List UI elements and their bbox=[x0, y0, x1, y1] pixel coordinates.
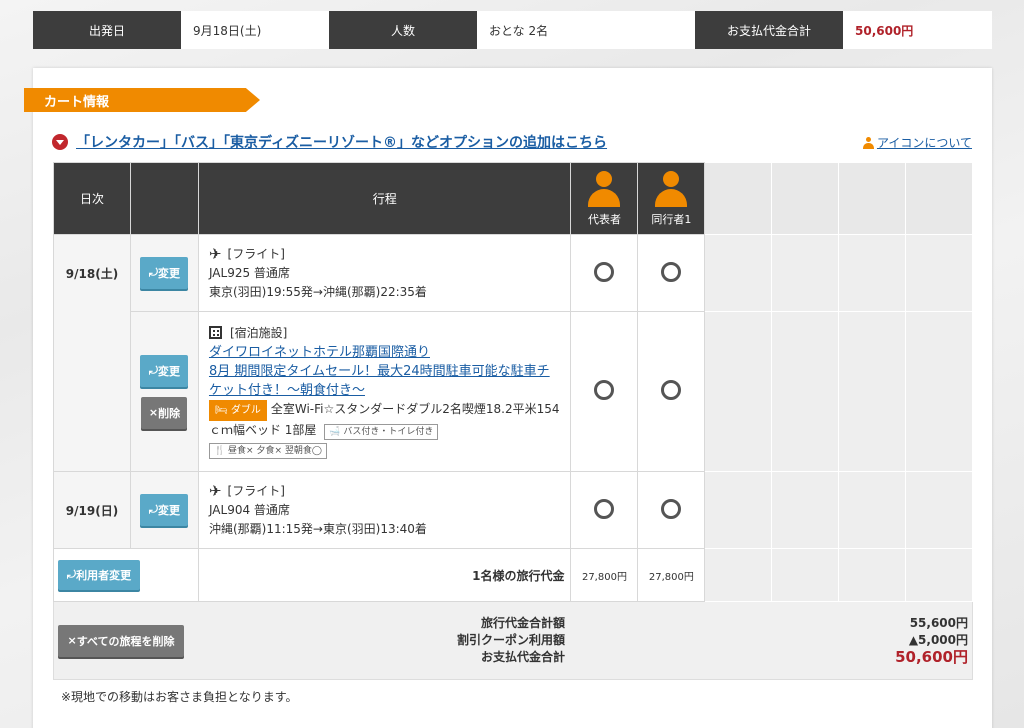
coupon-amount: ▲5,000円 bbox=[908, 633, 968, 647]
itinerary-table: 日次 行程 代表者 同行者1 9/18(土) ⤾ 変更 ✈ [フライト] JAL… bbox=[53, 162, 973, 680]
building-icon bbox=[208, 326, 222, 339]
traveler-2-mark bbox=[637, 471, 706, 549]
circle-icon bbox=[661, 261, 682, 282]
meal-info: 🍴 昼食× 夕食× 翌朝食◯ bbox=[208, 443, 327, 459]
traveler-1-mark bbox=[570, 471, 639, 549]
circle-icon bbox=[594, 261, 615, 282]
person-icon bbox=[862, 136, 874, 149]
payment-value: 50,600円 bbox=[843, 11, 992, 49]
hotel-name-link[interactable]: ダイワロイネットホテル那覇国際通り bbox=[209, 345, 430, 360]
airplane-icon: ✈ bbox=[208, 244, 222, 263]
totals-values: 55,600円 ▲5,000円 50,600円 bbox=[570, 601, 973, 680]
people-label: 人数 bbox=[329, 11, 477, 49]
cart-panel: カート情報 「レンタカー」「バス」「東京ディズニーリゾート®」などオプションの追… bbox=[24, 68, 992, 728]
trip-summary-bar: 出発日 9月18日(土) 人数 おとな 2名 お支払代金合計 50,600円 bbox=[33, 11, 992, 49]
delete-button[interactable]: × 削除 bbox=[141, 396, 188, 429]
change-button[interactable]: ⤾ 変更 bbox=[140, 494, 189, 526]
totals-labels: 旅行代金合計額 割引クーポン利用額 お支払代金合計 bbox=[198, 601, 571, 680]
traveler-1-mark bbox=[570, 234, 639, 312]
table-row: ⤾ 変更 × 削除 [宿泊施設] ダイワロイネットホテル那覇国際通り 8月 期間… bbox=[54, 311, 973, 472]
delete-all-cell: × すべての旅程を削除 bbox=[53, 601, 199, 680]
depart-value: 9月18日(土) bbox=[181, 11, 329, 49]
header-itinerary: 行程 bbox=[197, 162, 572, 235]
action-cell: ⤾ 変更 × 削除 bbox=[129, 311, 199, 472]
traveler-2-mark bbox=[637, 234, 706, 312]
hotel-detail: [宿泊施設] ダイワロイネットホテル那覇国際通り 8月 期間限定タイムセール！最… bbox=[197, 311, 572, 472]
add-options-link[interactable]: 「レンタカー」「バス」「東京ディズニーリゾート®」などオプションの追加はこちら bbox=[76, 132, 607, 152]
header-date: 日次 bbox=[53, 162, 131, 235]
payment-label: お支払代金合計 bbox=[695, 11, 843, 49]
action-cell: ⤾ 変更 bbox=[129, 234, 199, 312]
payment-total: 50,600円 bbox=[895, 648, 968, 666]
traveler-2-mark bbox=[637, 311, 706, 472]
fare-row: ⤾ 利用者変更 1名様の旅行代金 27,800円 27,800円 bbox=[53, 548, 973, 602]
table-row: 9/19(日) ⤾ 変更 ✈ [フライト] JAL904 普通席 沖縄(那覇)11… bbox=[53, 471, 973, 549]
flight-detail: ✈ [フライト] JAL925 普通席 東京(羽田)19:55発→沖縄(那覇)22… bbox=[197, 234, 572, 312]
header-action bbox=[129, 162, 199, 235]
delete-all-button[interactable]: × すべての旅程を削除 bbox=[58, 624, 184, 657]
table-header: 日次 行程 代表者 同行者1 bbox=[53, 162, 973, 235]
header-empty bbox=[771, 162, 840, 235]
header-traveler-1: 代表者 bbox=[570, 162, 639, 235]
icon-about-link[interactable]: アイコンについて bbox=[877, 134, 972, 151]
circle-icon bbox=[661, 380, 682, 400]
people-value: おとな 2名 bbox=[477, 11, 695, 49]
action-cell: ⤾ 変更 bbox=[129, 471, 199, 549]
user-change-button[interactable]: ⤾ 利用者変更 bbox=[58, 560, 140, 590]
chevron-down-icon bbox=[52, 134, 68, 150]
table-row: 9/18(土) ⤾ 変更 ✈ [フライト] JAL925 普通席 東京(羽田)19… bbox=[53, 234, 973, 472]
header-traveler-2: 同行者1 bbox=[637, 162, 706, 235]
fare-traveler-1: 27,800円 bbox=[570, 548, 639, 602]
change-button[interactable]: ⤾ 変更 bbox=[140, 354, 189, 387]
traveler-1-mark bbox=[570, 311, 639, 472]
airplane-icon: ✈ bbox=[208, 481, 222, 500]
change-button[interactable]: ⤾ 変更 bbox=[140, 257, 189, 289]
person-icon bbox=[655, 170, 688, 207]
bed-type-badge: 🛏 ダブル bbox=[208, 400, 267, 421]
user-change-cell: ⤾ 利用者変更 bbox=[53, 548, 199, 602]
cart-title: カート情報 bbox=[24, 88, 260, 112]
fare-traveler-2: 27,800円 bbox=[637, 548, 706, 602]
icon-about-row[interactable]: アイコンについて bbox=[862, 134, 972, 151]
totals-row: × すべての旅程を削除 旅行代金合計額 割引クーポン利用額 お支払代金合計 55… bbox=[53, 601, 973, 680]
row-date: 9/18(土) bbox=[53, 234, 131, 472]
plan-name-link[interactable]: 8月 期間限定タイムセール！最大24時間駐車可能な駐車チケット付き！～朝食付き～ bbox=[209, 364, 550, 398]
circle-icon bbox=[661, 498, 682, 519]
header-empty bbox=[704, 162, 773, 235]
person-icon bbox=[588, 170, 621, 207]
circle-icon bbox=[594, 498, 615, 519]
row-date: 9/19(日) bbox=[53, 471, 131, 549]
depart-label: 出発日 bbox=[33, 11, 181, 49]
option-add-row[interactable]: 「レンタカー」「バス」「東京ディズニーリゾート®」などオプションの追加はこちら bbox=[52, 132, 607, 152]
bath-info: 🛁 バス付き・トイレ付き bbox=[324, 424, 439, 440]
flight-detail: ✈ [フライト] JAL904 普通席 沖縄(那覇)11:15発→東京(羽田)13… bbox=[197, 471, 572, 549]
footnote: ※現地での移動はお客さま負担となります。 bbox=[61, 690, 298, 704]
circle-icon bbox=[594, 380, 615, 400]
fare-label: 1名様の旅行代金 bbox=[197, 548, 572, 602]
header-empty bbox=[905, 162, 973, 235]
header-empty bbox=[838, 162, 907, 235]
total-amount: 55,600円 bbox=[909, 616, 968, 630]
